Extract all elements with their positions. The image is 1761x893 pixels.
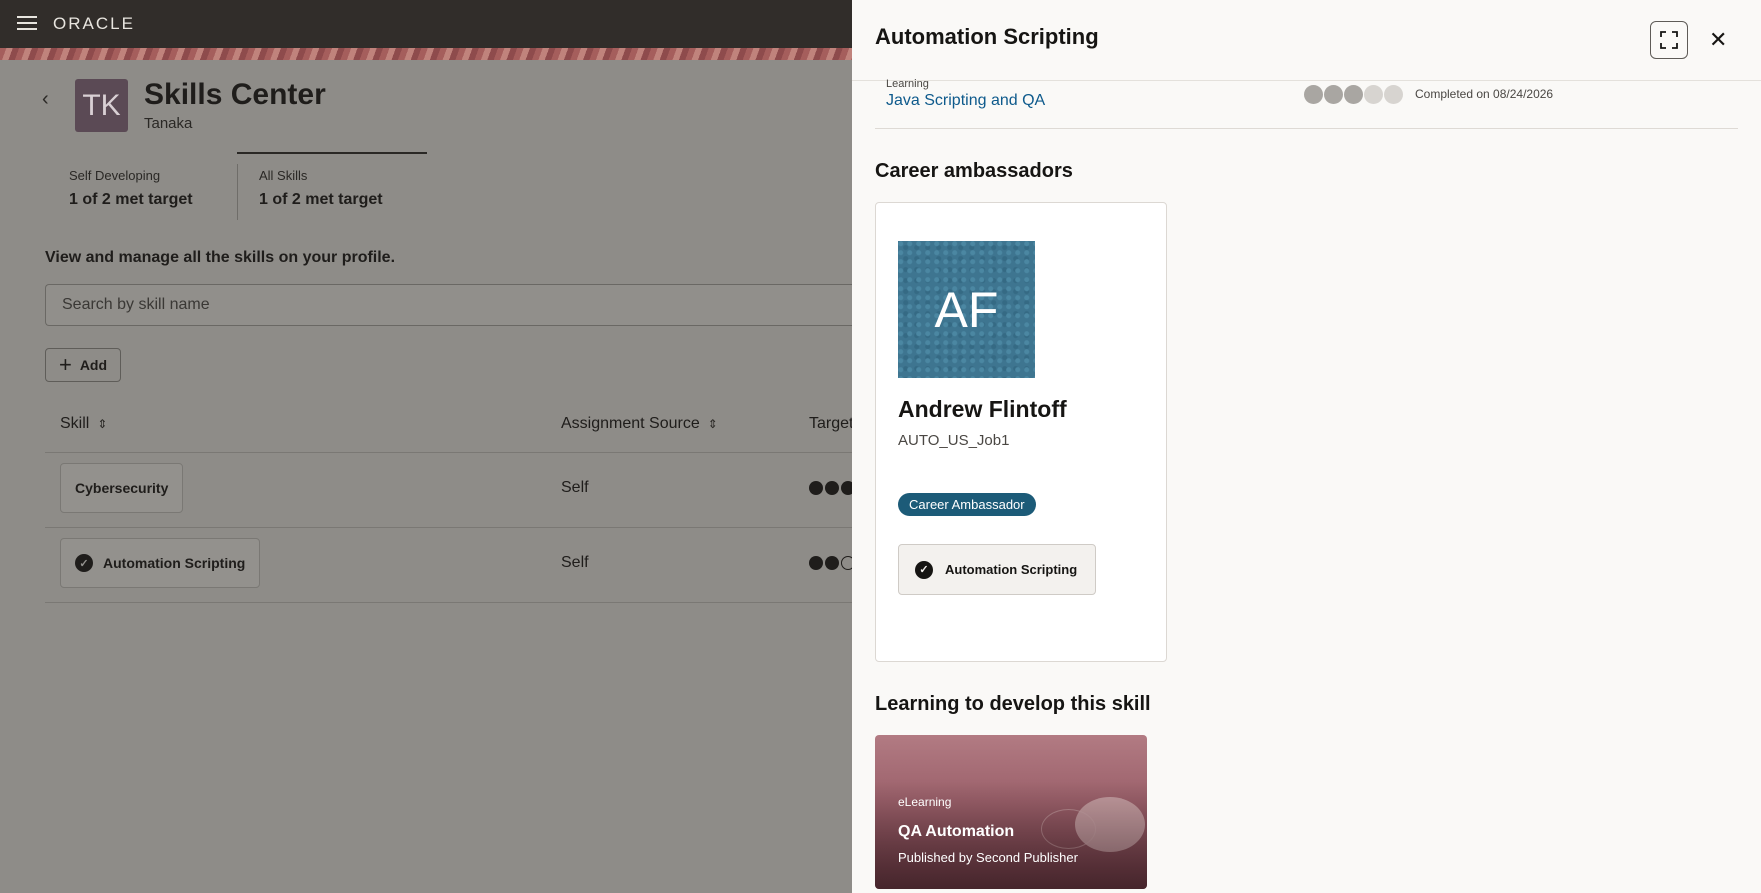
- ambassador-card[interactable]: AF Andrew Flintoff AUTO_US_Job1 Career A…: [875, 202, 1167, 662]
- section-divider: [875, 128, 1738, 129]
- assignment-source-cell: Self: [561, 554, 589, 571]
- proficiency-dot-empty: [1384, 85, 1403, 104]
- proficiency-dot: [1344, 85, 1363, 104]
- verified-badge-icon: ✓: [75, 554, 93, 572]
- assignment-source-cell: Self: [561, 479, 589, 496]
- column-header-target[interactable]: Target: [809, 415, 853, 433]
- target-level-dots: [809, 481, 855, 495]
- skill-name: Automation Scripting: [945, 562, 1078, 577]
- course-card-overlay: [875, 735, 1147, 889]
- level-dot: [809, 481, 823, 495]
- stat-all-skills[interactable]: All Skills 1 of 2 met target: [259, 168, 383, 209]
- completed-date: Completed on 08/24/2026: [1415, 87, 1554, 101]
- column-header-label: Assignment Source: [561, 415, 700, 432]
- level-dot: [825, 556, 839, 570]
- table-row-skill-chip[interactable]: ✓ Automation Scripting: [60, 538, 261, 588]
- search-input[interactable]: Search by skill name: [45, 284, 852, 326]
- page-title: Skills Center: [144, 78, 326, 111]
- level-dot: [809, 556, 823, 570]
- course-type: eLearning: [898, 795, 952, 809]
- skill-detail-drawer: Automation Scripting ✕ Learning Java Scr…: [852, 0, 1761, 893]
- level-dot: [825, 481, 839, 495]
- sort-icon[interactable]: ⇕: [97, 418, 107, 430]
- stat-self-developing[interactable]: Self Developing 1 of 2 met target: [69, 168, 193, 209]
- table-divider: [45, 527, 852, 528]
- drawer-title: Automation Scripting: [875, 24, 1099, 49]
- oracle-logo[interactable]: ORACLE: [53, 14, 135, 34]
- learning-to-develop-heading: Learning to develop this skill: [875, 693, 1151, 715]
- career-ambassadors-heading: Career ambassadors: [875, 160, 1073, 182]
- proficiency-dot: [1324, 85, 1343, 104]
- proficiency-dot-empty: [1364, 85, 1383, 104]
- plus-icon: +: [58, 352, 72, 377]
- ambassador-skill-chip[interactable]: ✓ Automation Scripting: [898, 544, 1096, 595]
- table-divider: [45, 602, 852, 603]
- learning-label: Learning: [886, 78, 929, 90]
- stat-divider: [237, 164, 238, 220]
- verified-badge-icon: ✓: [915, 560, 933, 579]
- ambassador-job: AUTO_US_Job1: [898, 432, 1010, 449]
- add-skill-button[interactable]: + Add: [45, 348, 121, 382]
- column-header-skill[interactable]: Skill ⇕: [60, 415, 107, 433]
- learning-link[interactable]: Java Scripting and QA: [886, 92, 1045, 110]
- close-icon[interactable]: ✕: [1709, 29, 1727, 51]
- intro-text: View and manage all the skills on your p…: [45, 249, 396, 266]
- stat-label: All Skills: [259, 168, 308, 183]
- course-card[interactable]: eLearning QA Automation Published by Sec…: [875, 735, 1147, 889]
- career-ambassador-badge: Career Ambassador: [898, 493, 1036, 516]
- target-level-dots: [809, 556, 855, 570]
- selected-tab-indicator: [237, 152, 427, 154]
- table-divider: [45, 452, 852, 453]
- stat-value: 1 of 2 met target: [259, 191, 383, 208]
- column-header-label: Target: [809, 415, 854, 432]
- add-button-label: Add: [79, 357, 108, 373]
- proficiency-dots: [1304, 85, 1403, 104]
- expand-button[interactable]: [1650, 21, 1688, 59]
- table-row-skill-chip[interactable]: Cybersecurity: [60, 463, 184, 513]
- skill-name: Cybersecurity: [75, 480, 169, 496]
- ambassador-name[interactable]: Andrew Flintoff: [898, 396, 1067, 423]
- profile-avatar: TK: [75, 79, 128, 132]
- course-publisher: Published by Second Publisher: [898, 850, 1078, 865]
- stat-label: Self Developing: [69, 168, 161, 183]
- course-title: QA Automation: [898, 823, 1015, 840]
- stat-value: 1 of 2 met target: [69, 191, 193, 208]
- hamburger-menu-icon[interactable]: [17, 16, 37, 32]
- ambassador-avatar: AF: [898, 241, 1035, 378]
- proficiency-dot: [1304, 85, 1323, 104]
- column-header-label: Skill: [60, 415, 90, 432]
- column-header-assignment-source[interactable]: Assignment Source ⇕: [561, 415, 718, 433]
- page-subtitle: Tanaka: [144, 115, 193, 132]
- back-chevron-icon[interactable]: ‹: [42, 88, 49, 111]
- expand-icon: [1660, 31, 1678, 49]
- skills-center-page: ‹ TK Skills Center Tanaka Self Developin…: [0, 60, 855, 893]
- brand-banner-strip: [0, 48, 852, 60]
- drawer-header-divider: [852, 80, 1761, 81]
- skill-name: Automation Scripting: [103, 555, 246, 571]
- sort-icon[interactable]: ⇕: [708, 418, 718, 430]
